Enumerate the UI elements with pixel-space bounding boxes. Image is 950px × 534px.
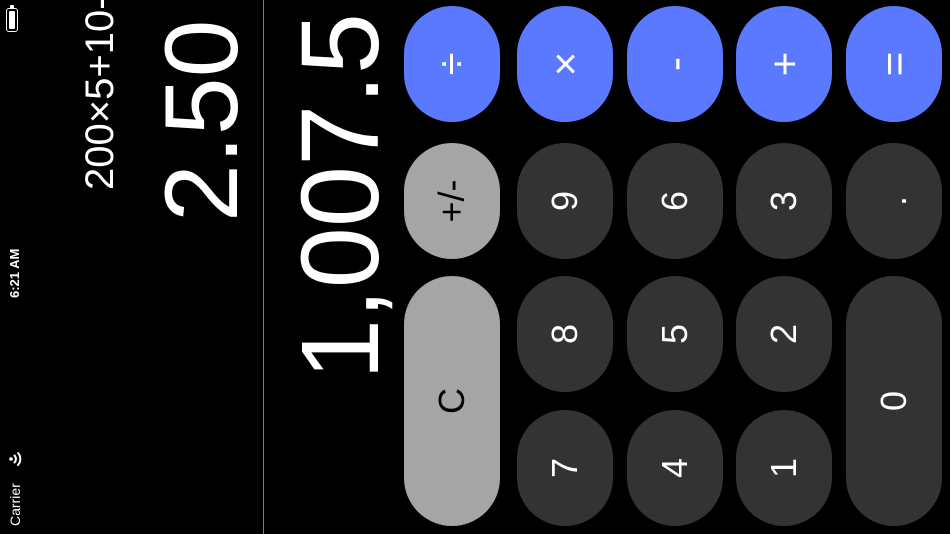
multiply-label: × [541, 51, 588, 77]
multiply-button[interactable]: × [517, 6, 613, 122]
plus-minus-button[interactable]: +/- [404, 143, 500, 259]
divider [263, 0, 264, 534]
secondary-value-display: 2.50 [144, 19, 260, 222]
result-display: 1,007.5 [279, 12, 402, 380]
status-time: 6:21 AM [7, 248, 22, 298]
digit-3-label: 3 [763, 190, 804, 212]
clear-button[interactable]: C [404, 276, 500, 526]
decimal-button[interactable]: . [846, 143, 942, 259]
digit-5-label: 5 [654, 323, 695, 345]
digit-0-button[interactable]: 0 [846, 276, 942, 526]
equals-label: = [870, 51, 917, 77]
decimal-label: . [872, 195, 914, 207]
minus-button[interactable]: - [627, 6, 723, 122]
minus-label: - [651, 57, 698, 71]
wifi-icon [9, 452, 22, 466]
digit-7-button[interactable]: 7 [517, 410, 613, 526]
divide-label: ÷ [428, 52, 475, 76]
digit-4-button[interactable]: 4 [627, 410, 723, 526]
digit-9-label: 9 [544, 190, 585, 212]
digit-2-button[interactable]: 2 [736, 276, 832, 392]
equals-button[interactable]: = [846, 6, 942, 122]
digit-3-button[interactable]: 3 [736, 143, 832, 259]
plus-label: + [760, 51, 807, 77]
status-bar: 6:21 AM Carrier [0, 0, 28, 534]
digit-8-label: 8 [544, 323, 585, 345]
expression-display: 200×5+10- [78, 0, 122, 190]
digit-7-label: 7 [544, 457, 585, 479]
digit-9-button[interactable]: 9 [517, 143, 613, 259]
clear-label: C [431, 388, 472, 414]
digit-5-button[interactable]: 5 [627, 276, 723, 392]
plus-minus-label: +/- [430, 179, 472, 223]
plus-button[interactable]: + [736, 6, 832, 122]
digit-2-label: 2 [763, 323, 804, 345]
digit-6-button[interactable]: 6 [627, 143, 723, 259]
digit-0-label: 0 [873, 390, 914, 412]
digit-4-label: 4 [654, 457, 695, 479]
battery-icon [6, 5, 18, 32]
digit-1-label: 1 [763, 457, 804, 479]
status-carrier: Carrier [7, 483, 23, 526]
divide-button[interactable]: ÷ [404, 6, 500, 122]
digit-6-label: 6 [654, 190, 695, 212]
digit-8-button[interactable]: 8 [517, 276, 613, 392]
digit-1-button[interactable]: 1 [736, 410, 832, 526]
